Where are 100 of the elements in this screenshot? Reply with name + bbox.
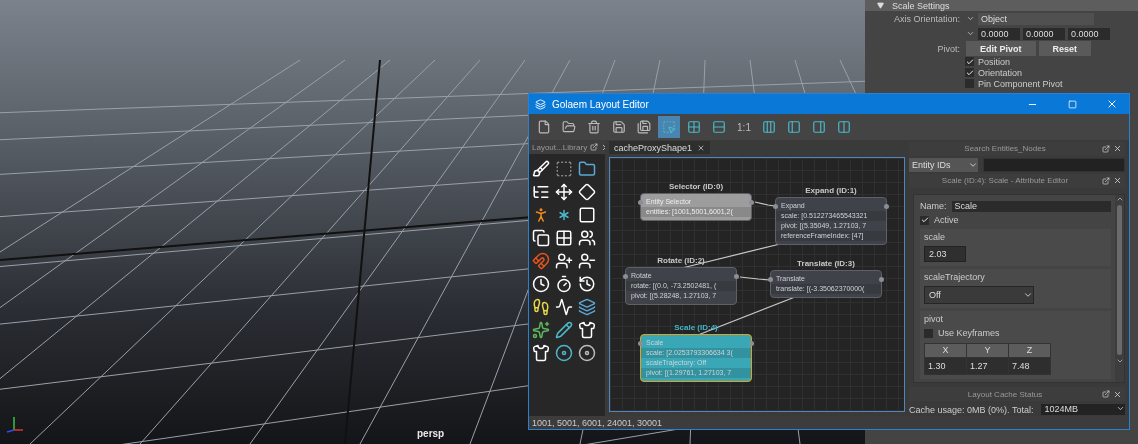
float-button[interactable] (1101, 389, 1110, 399)
pivot-button[interactable]: Edit Pivot (966, 41, 1036, 56)
grid-icon (687, 120, 701, 134)
magnet-icon[interactable] (532, 252, 550, 270)
checkbox-label: Use Keyframes (938, 328, 1000, 339)
output-port[interactable] (734, 274, 739, 279)
pivot-button[interactable]: Reset (1038, 41, 1092, 56)
dashed-square-icon[interactable] (555, 160, 573, 178)
node-graph-canvas[interactable] (609, 157, 905, 412)
field-label: Axis Orientation: (892, 13, 960, 24)
table-cell[interactable]: 1.30 (925, 357, 966, 374)
filter-dropdown[interactable]: Entity IDs (909, 157, 978, 172)
close-button[interactable] (1113, 144, 1122, 154)
float-button[interactable] (1101, 176, 1110, 186)
move-icon[interactable] (555, 183, 573, 201)
number-field[interactable]: 0.0000 (978, 27, 1020, 40)
copy-icon[interactable] (532, 229, 550, 247)
axis-gizmo-icon (6, 414, 24, 434)
close-button[interactable] (1113, 389, 1122, 399)
node-title: Scale (ID:4) (674, 323, 718, 332)
square-icon[interactable] (578, 206, 596, 224)
zoom-reset-button[interactable]: 1:1 (733, 116, 755, 138)
checkbox[interactable] (924, 328, 933, 338)
checkbox-label: Pin Component Pivot (978, 78, 1063, 89)
close-button[interactable] (1113, 176, 1122, 186)
panel-title: Layout Cache Status (966, 389, 1044, 399)
section-header[interactable]: Scale Settings (865, 0, 1138, 11)
panel-right-icon (812, 120, 826, 134)
folder-icon[interactable] (578, 160, 596, 178)
checkbox-label: Active (934, 215, 959, 226)
pencil-icon[interactable] (555, 321, 573, 339)
name-field[interactable]: Scale (951, 200, 1111, 212)
output-port[interactable] (749, 341, 754, 346)
trash-icon (587, 120, 601, 134)
input-port[interactable] (768, 277, 773, 282)
number-field[interactable]: 0.0000 (1023, 27, 1065, 40)
collapse-icon (877, 2, 884, 9)
diamond-icon[interactable] (578, 183, 596, 201)
group-label: scaleTrajectory (924, 271, 986, 282)
status-text: 1001, 5001, 6001, 24001, 30001 (532, 417, 663, 428)
disc-icon[interactable] (578, 344, 596, 362)
input-port[interactable] (638, 341, 643, 346)
square-icon (1067, 99, 1077, 109)
group-label: scale (924, 231, 946, 242)
timer-icon[interactable] (555, 275, 573, 293)
graph-tab[interactable]: cacheProxyShape1 (609, 141, 711, 154)
save-all-icon (637, 120, 651, 134)
number-field[interactable]: 0.0000 (1068, 27, 1110, 40)
table-cell[interactable]: 1.27 (967, 357, 1008, 374)
table-cell[interactable]: 7.48 (1009, 357, 1050, 374)
dropdown-field[interactable]: Object (978, 12, 1094, 25)
input-port[interactable] (773, 204, 778, 209)
footprints-icon[interactable] (532, 298, 550, 316)
panel-left-icon (787, 120, 801, 134)
panel-title: Scale (ID:4): Scale - Attribute Editor (940, 176, 1070, 186)
people-icon[interactable] (578, 229, 596, 247)
brush-icon[interactable] (532, 160, 550, 178)
user-plus-icon[interactable] (555, 252, 573, 270)
float-icon (590, 143, 599, 151)
section-title: Scale Settings (892, 0, 950, 11)
pulse-icon[interactable] (555, 298, 573, 316)
float-button[interactable] (590, 142, 599, 152)
cache-usage-label: Cache usage: 0MB (0%). Total: (909, 404, 1034, 415)
panel-title: Layout...Library (532, 142, 588, 152)
select-dropdown[interactable]: Off (924, 285, 1034, 304)
search-field[interactable] (983, 157, 1125, 172)
checkbox[interactable] (965, 57, 974, 66)
shirt-icon[interactable] (532, 344, 550, 362)
output-port[interactable] (749, 200, 754, 205)
disc-icon[interactable] (555, 344, 573, 362)
output-port[interactable] (879, 277, 884, 282)
value-field[interactable]: 2.03 (924, 245, 966, 262)
checkbox[interactable] (965, 79, 974, 88)
window-title: Golaem Layout Editor (552, 98, 650, 110)
checkbox[interactable] (965, 68, 974, 77)
shirt-icon[interactable] (578, 321, 596, 339)
two-columns-icon (837, 120, 851, 134)
list-tree-icon[interactable] (532, 183, 550, 201)
clock-icon[interactable] (532, 275, 550, 293)
group-label: pivot (924, 313, 944, 324)
spin-field[interactable]: 1024MB (1041, 404, 1125, 416)
user-minus-icon[interactable] (578, 252, 596, 270)
scrollbar[interactable] (1115, 194, 1124, 383)
history-icon[interactable] (578, 275, 596, 293)
columns-icon (762, 120, 776, 134)
grid-icon[interactable] (555, 229, 573, 247)
column-header: X (925, 343, 966, 357)
checkbox-label: Position (978, 56, 1011, 67)
output-port[interactable] (884, 204, 889, 209)
tab-label: cacheProxyShape1 (614, 142, 693, 153)
column-header: Z (1009, 343, 1050, 357)
input-port[interactable] (623, 274, 628, 279)
connection-line (739, 276, 771, 281)
app-icon (535, 98, 546, 110)
float-button[interactable] (1101, 144, 1110, 154)
sparkles-icon[interactable] (532, 321, 550, 339)
layers-icon[interactable] (578, 298, 596, 316)
panel-title: Search Entities_Nodes (963, 144, 1047, 154)
input-port[interactable] (638, 200, 643, 205)
checkbox[interactable] (920, 215, 929, 225)
